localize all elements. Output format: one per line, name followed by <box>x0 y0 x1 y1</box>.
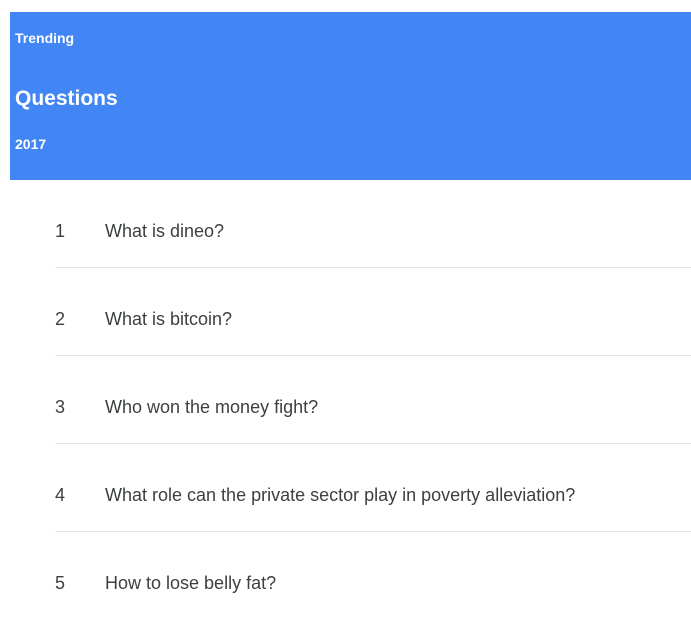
question-text[interactable]: What is bitcoin? <box>105 308 675 330</box>
header-year: 2017 <box>15 136 47 152</box>
list-item[interactable]: 1 What is dineo? <box>55 180 691 268</box>
question-rank: 5 <box>55 573 66 593</box>
question-text[interactable]: Who won the money fight? <box>105 396 675 418</box>
question-text[interactable]: What is dineo? <box>105 220 675 242</box>
trending-header: Trending Questions 2017 <box>10 12 691 180</box>
header-kicker: Trending <box>15 30 75 46</box>
question-text[interactable]: What role can the private sector play in… <box>105 484 675 506</box>
question-rank: 1 <box>55 221 66 241</box>
trending-questions-list: 1 What is dineo? 2 What is bitcoin? 3 Wh… <box>55 180 691 620</box>
question-text[interactable]: How to lose belly fat? <box>105 572 675 594</box>
list-item[interactable]: 3 Who won the money fight? <box>55 356 691 444</box>
question-rank: 4 <box>55 485 66 505</box>
list-item[interactable]: 5 How to lose belly fat? <box>55 532 691 620</box>
question-rank: 2 <box>55 309 66 329</box>
list-item[interactable]: 4 What role can the private sector play … <box>55 444 691 532</box>
list-item[interactable]: 2 What is bitcoin? <box>55 268 691 356</box>
question-rank: 3 <box>55 397 66 417</box>
header-title: Questions <box>15 87 118 110</box>
